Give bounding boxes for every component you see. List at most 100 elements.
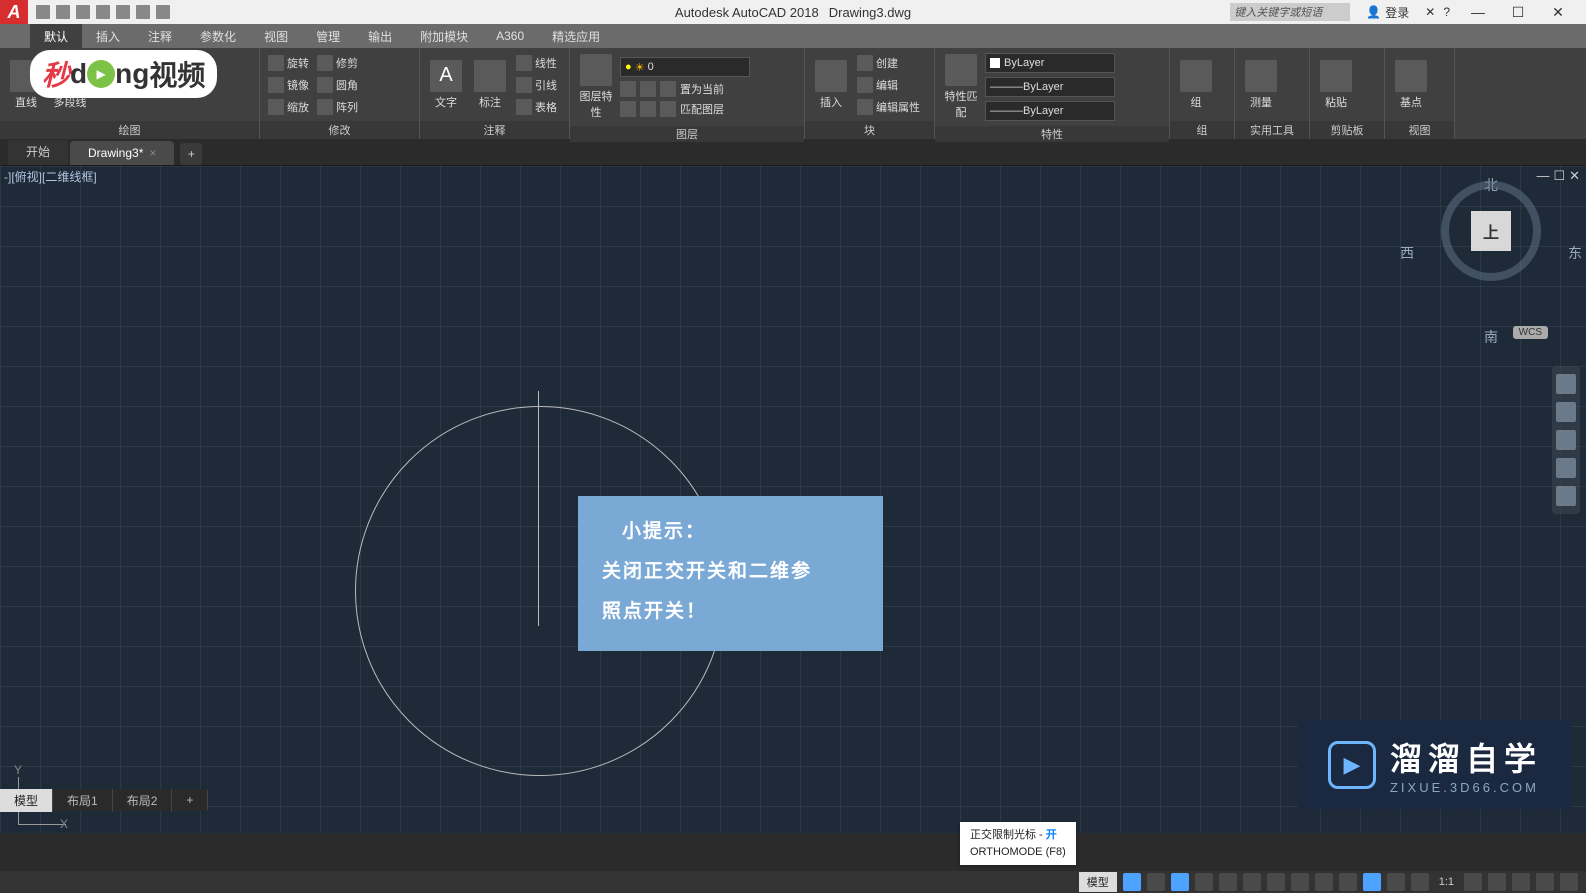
- panel-draw-label[interactable]: 绘图: [0, 121, 259, 139]
- measure-button[interactable]: 测量: [1241, 58, 1281, 112]
- panel-properties-label[interactable]: 特性: [935, 126, 1169, 142]
- qat-open-icon[interactable]: [56, 5, 70, 19]
- qat-saveas-icon[interactable]: [96, 5, 110, 19]
- lineweight-dropdown[interactable]: ——— ByLayer: [985, 77, 1115, 97]
- viewcube-west[interactable]: 西: [1400, 243, 1414, 263]
- qat-new-icon[interactable]: [36, 5, 50, 19]
- sb-3dosnap-icon[interactable]: [1267, 873, 1285, 891]
- file-tab-start[interactable]: 开始: [8, 138, 68, 165]
- layer-dropdown[interactable]: ● ☀ 0: [620, 57, 750, 77]
- sb-snap-icon[interactable]: [1147, 873, 1165, 891]
- panel-layers-label[interactable]: 图层: [570, 126, 804, 142]
- block-insert-button[interactable]: 插入: [811, 58, 851, 112]
- sb-model-button[interactable]: 模型: [1079, 872, 1117, 892]
- color-dropdown[interactable]: ByLayer: [985, 53, 1115, 73]
- rotate-button[interactable]: 旋转: [266, 53, 311, 73]
- wcs-label[interactable]: WCS: [1513, 326, 1548, 339]
- layout-tab-model[interactable]: 模型: [0, 789, 53, 812]
- layer-freeze-icon[interactable]: [640, 81, 656, 97]
- panel-utilities-label[interactable]: 实用工具: [1235, 121, 1309, 139]
- paste-button[interactable]: 粘贴: [1316, 58, 1356, 112]
- layout-tab-1[interactable]: 布局1: [53, 789, 113, 812]
- qat-plot-icon[interactable]: [116, 5, 130, 19]
- drawing-canvas[interactable]: -][俯视][二维线框] — ☐ ✕ 小提示： 关闭正交开关和二维参 照点开关！…: [0, 166, 1586, 833]
- leader-button[interactable]: 引线: [514, 75, 559, 95]
- tab-output[interactable]: 输出: [354, 24, 406, 49]
- viewcube[interactable]: 北 上 南 东 西: [1426, 181, 1556, 321]
- sb-dynamic-icon[interactable]: [1411, 873, 1429, 891]
- help-search-input[interactable]: 键入关键字或短语: [1230, 3, 1350, 21]
- panel-view-label[interactable]: 视图: [1385, 121, 1454, 139]
- linear-button[interactable]: 线性: [514, 53, 559, 73]
- new-tab-button[interactable]: +: [180, 143, 202, 165]
- layer-match-button[interactable]: 匹配图层: [680, 101, 724, 117]
- add-layout-button[interactable]: +: [172, 790, 208, 810]
- linetype-dropdown[interactable]: ——— ByLayer: [985, 101, 1115, 121]
- sb-hardware-icon[interactable]: [1512, 873, 1530, 891]
- sb-clean-icon[interactable]: [1536, 873, 1554, 891]
- viewport-label[interactable]: -][俯视][二维线框]: [4, 168, 97, 185]
- pan-icon[interactable]: [1556, 402, 1576, 422]
- help-icon[interactable]: ?: [1443, 5, 1450, 19]
- tab-insert[interactable]: 插入: [82, 24, 134, 49]
- panel-modify-label[interactable]: 修改: [260, 121, 419, 139]
- sb-settings-icon[interactable]: [1464, 873, 1482, 891]
- sb-transparency-icon[interactable]: [1339, 873, 1357, 891]
- login-button[interactable]: 👤 登录: [1358, 4, 1417, 21]
- group-button[interactable]: 组: [1176, 58, 1216, 112]
- qat-undo-icon[interactable]: [136, 5, 150, 19]
- sb-lineweight-icon[interactable]: [1315, 873, 1333, 891]
- canvas-close-icon[interactable]: ✕: [1569, 168, 1580, 184]
- steering-wheel-icon[interactable]: [1556, 374, 1576, 394]
- showmotion-icon[interactable]: [1556, 486, 1576, 506]
- viewcube-south[interactable]: 南: [1484, 327, 1498, 347]
- minimize-button[interactable]: —: [1458, 0, 1498, 24]
- fillet-button[interactable]: 圆角: [315, 75, 360, 95]
- layer-current-button[interactable]: 置为当前: [680, 81, 724, 97]
- sb-scale[interactable]: 1:1: [1435, 876, 1458, 888]
- maximize-button[interactable]: ☐: [1498, 0, 1538, 24]
- tab-view[interactable]: 视图: [250, 24, 302, 49]
- tab-addins[interactable]: 附加模块: [406, 24, 482, 49]
- sb-polar-icon[interactable]: [1195, 873, 1213, 891]
- layout-tab-2[interactable]: 布局2: [113, 789, 173, 812]
- match-props-button[interactable]: 特性匹配: [941, 52, 981, 122]
- panel-group-label[interactable]: 组: [1170, 121, 1234, 139]
- block-edit-button[interactable]: 编辑: [855, 75, 922, 95]
- tab-home[interactable]: 默认: [30, 24, 82, 49]
- sb-customize-icon[interactable]: [1560, 873, 1578, 891]
- exchange-icon[interactable]: ✕: [1425, 5, 1435, 19]
- sb-gizmo-icon[interactable]: [1387, 873, 1405, 891]
- tab-featured[interactable]: 精选应用: [538, 24, 614, 49]
- sb-otrack-icon[interactable]: [1291, 873, 1309, 891]
- sb-isolate-icon[interactable]: [1488, 873, 1506, 891]
- sb-selection-icon[interactable]: [1363, 873, 1381, 891]
- zoom-extents-icon[interactable]: [1556, 430, 1576, 450]
- close-tab-icon[interactable]: ×: [149, 146, 156, 160]
- orbit-icon[interactable]: [1556, 458, 1576, 478]
- block-editattrib-button[interactable]: 编辑属性: [855, 97, 922, 117]
- layer-iso-icon[interactable]: [620, 81, 636, 97]
- layer-lock-icon[interactable]: [660, 81, 676, 97]
- table-button[interactable]: 表格: [514, 97, 559, 117]
- sb-osnap-icon[interactable]: [1243, 873, 1261, 891]
- app-logo[interactable]: A: [0, 0, 28, 24]
- tab-a360[interactable]: A360: [482, 25, 538, 47]
- file-tab-current[interactable]: Drawing3* ×: [70, 141, 174, 165]
- viewcube-top[interactable]: 上: [1471, 211, 1511, 251]
- layer-off-icon[interactable]: [620, 101, 636, 117]
- block-create-button[interactable]: 创建: [855, 53, 922, 73]
- sb-ortho-icon[interactable]: [1171, 873, 1189, 891]
- tab-annotate[interactable]: 注释: [134, 24, 186, 49]
- text-button[interactable]: A 文字: [426, 58, 466, 112]
- sb-isodraft-icon[interactable]: [1219, 873, 1237, 891]
- viewcube-east[interactable]: 东: [1568, 243, 1582, 263]
- array-button[interactable]: 阵列: [315, 97, 360, 117]
- layer-props-button[interactable]: 图层特性: [576, 52, 616, 122]
- dimension-button[interactable]: 标注: [470, 58, 510, 112]
- mirror-button[interactable]: 镜像: [266, 75, 311, 95]
- tab-manage[interactable]: 管理: [302, 24, 354, 49]
- sb-grid-icon[interactable]: [1123, 873, 1141, 891]
- base-button[interactable]: 基点: [1391, 58, 1431, 112]
- scale-button[interactable]: 缩放: [266, 97, 311, 117]
